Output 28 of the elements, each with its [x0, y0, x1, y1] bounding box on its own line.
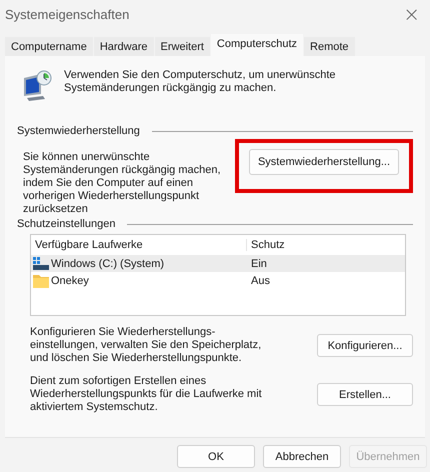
- drive-name: Windows (C:) (System): [51, 258, 164, 270]
- drive-row[interactable]: Onekey Aus: [31, 272, 405, 289]
- description-text: Sie können unerwünschte Systemänderungen rückgängig machen, indem Sie den Computer auf einen vorherigen Wiederherstellungspunkt zurücksetzen: [23, 151, 221, 216]
- tab[interactable]: Computerschutz: [210, 34, 304, 56]
- group-heading: Systemwiederherstellung: [17, 125, 140, 137]
- column-header[interactable]: Verfügbare Laufwerke: [31, 239, 247, 251]
- intro-text: Verwenden Sie den Computerschutz, um unerwünschte Systemänderungen rückgängig zu machen.: [64, 69, 336, 95]
- drive-icon: [33, 256, 49, 270]
- group-heading: Schutzeinstellungen: [17, 218, 116, 230]
- system-restore-button[interactable]: Systemwiederherstellung...: [248, 149, 399, 175]
- close-button[interactable]: ×: [399, 2, 424, 26]
- tab[interactable]: Computername: [5, 37, 93, 56]
- dialog-button[interactable]: OK: [177, 445, 255, 468]
- folder-icon: [33, 274, 49, 288]
- tab[interactable]: Hardware: [94, 37, 154, 56]
- tab[interactable]: Remote: [304, 37, 355, 56]
- action-button[interactable]: Konfigurieren...: [317, 334, 413, 357]
- action-button[interactable]: Erstellen...: [317, 383, 413, 406]
- description-text: Dient zum sofortigen Erstellen eines Wiederherstellungspunkts für die Laufwerke mit aktiviertem Systemschutz.: [30, 375, 263, 414]
- dialog-button[interactable]: Abbrechen: [263, 445, 341, 468]
- drive-name: Onekey: [51, 274, 89, 286]
- window-title: Systemeigenschaften: [5, 6, 130, 22]
- protection-status: Aus: [250, 274, 270, 286]
- tab[interactable]: Erweitert: [154, 37, 210, 56]
- column-header[interactable]: Schutz: [247, 239, 285, 251]
- protection-status: Ein: [250, 258, 267, 270]
- drive-row[interactable]: Windows (C:) (System) Ein: [31, 255, 405, 272]
- description-text: Konfigurieren Sie Wiederherstellungs-einstellungen, verwalten Sie den Speicherplatz, und löschen Sie Wiederherstellungspunkte.: [30, 326, 262, 365]
